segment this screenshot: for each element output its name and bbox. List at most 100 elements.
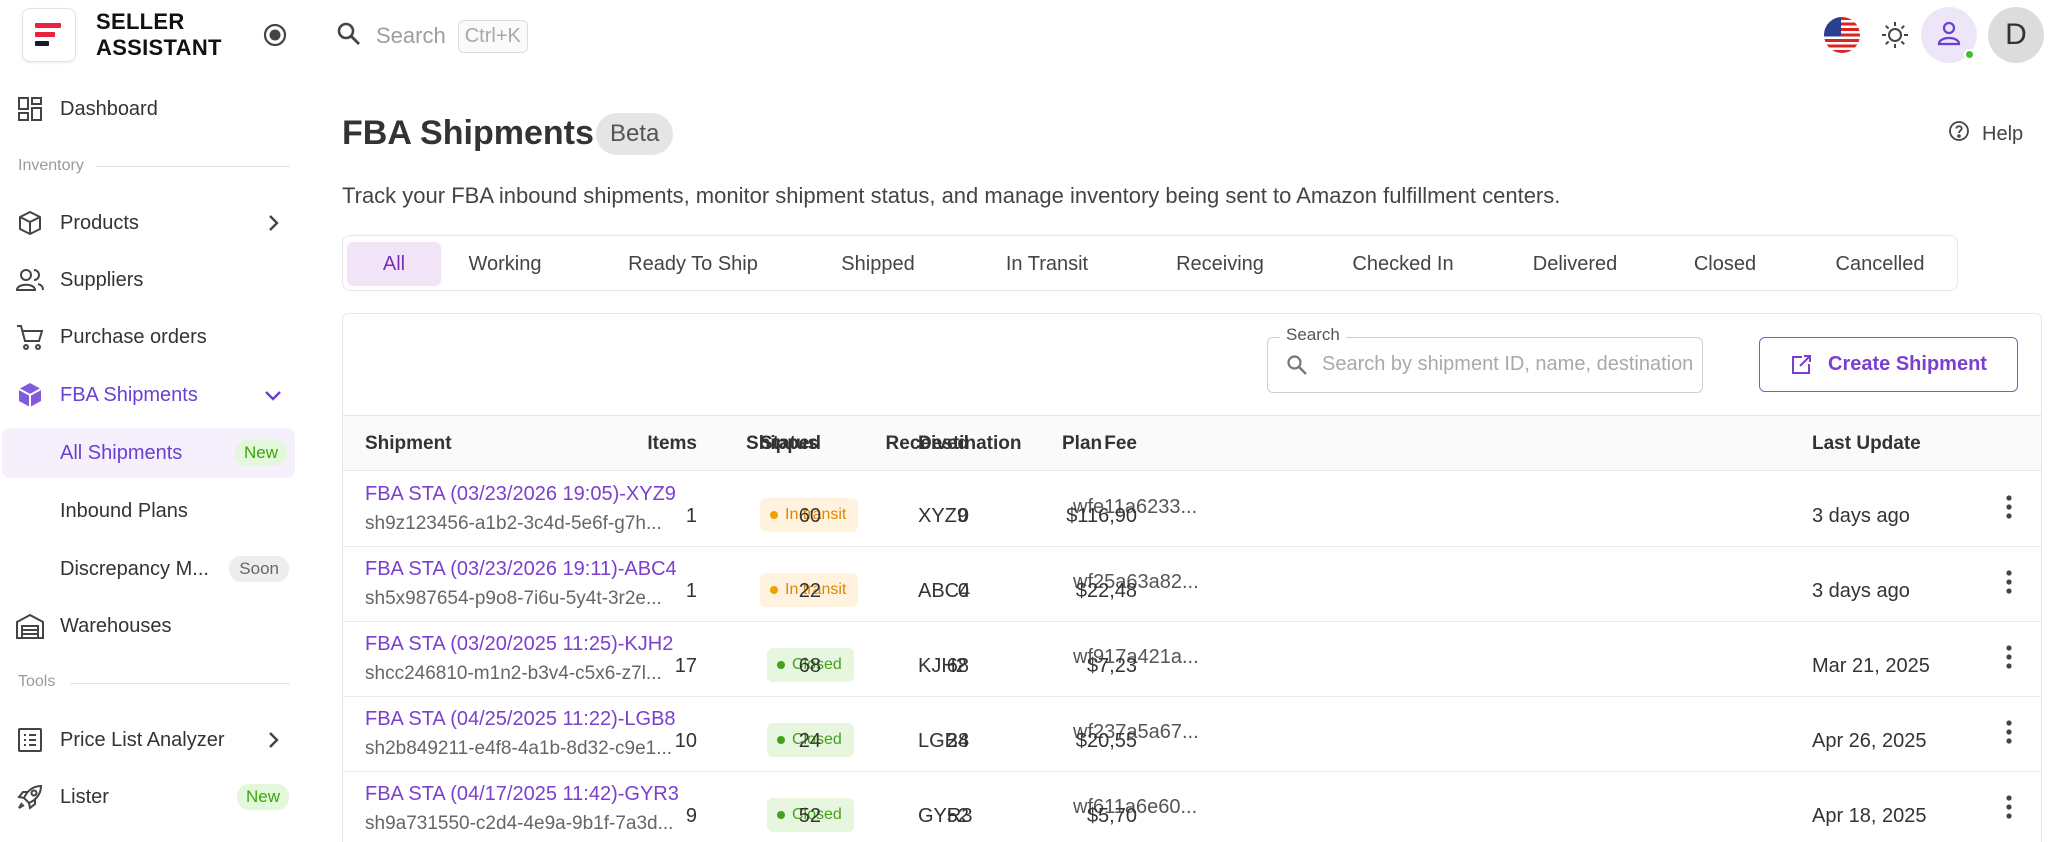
create-shipment-label: Create Shipment — [1828, 353, 1987, 375]
chevron-right-icon — [262, 729, 284, 751]
column-fee[interactable]: Fee — [1104, 433, 1137, 455]
table-row[interactable]: FBA STA (04/25/2025 11:22)-LGB8 sh2b84921… — [343, 697, 2041, 772]
items-count: 17 — [674, 655, 697, 677]
logo-line2: ASSISTANT — [96, 35, 222, 60]
sidebar-label-warehouses: Warehouses — [60, 614, 172, 637]
column-items[interactable]: Items — [647, 433, 697, 455]
sidebar-item-suppliers[interactable]: Suppliers — [0, 256, 295, 304]
tab-ready-to-ship[interactable]: Ready To Ship — [593, 242, 793, 286]
sidebar-label-lister: Lister — [60, 785, 109, 808]
logo-text: SELLER ASSISTANT — [96, 9, 222, 61]
sidebar-label-suppliers: Suppliers — [60, 268, 144, 291]
logo[interactable]: SELLER ASSISTANT — [22, 6, 222, 64]
column-last-update[interactable]: Last Update — [1812, 433, 1921, 455]
sun-icon[interactable] — [1880, 20, 1910, 50]
us-flag-icon[interactable] — [1824, 17, 1860, 53]
sidebar-label-price-list-analyzer: Price List Analyzer — [60, 728, 225, 751]
more-vertical-icon[interactable] — [1999, 642, 2019, 672]
received-count: 24 — [946, 730, 969, 752]
shipment-id: shcc246810-m1n2-b3v4-c5x6-z7l... — [365, 663, 662, 684]
received-count: 0 — [957, 580, 969, 602]
sidebar-item-inbound-plans[interactable]: Inbound Plans — [2, 486, 295, 536]
help-button[interactable]: Help — [1948, 120, 2023, 148]
tab-in-transit[interactable]: In Transit — [969, 242, 1125, 286]
sidebar-item-warehouses[interactable]: Warehouses — [0, 602, 295, 650]
fee-amount: $22,48 — [1075, 580, 1137, 602]
sidebar-item-purchase-orders[interactable]: Purchase orders — [0, 313, 295, 361]
column-shipment[interactable]: Shipment — [365, 433, 452, 455]
shipped-count: 24 — [798, 730, 821, 752]
shipped-count: 68 — [798, 655, 821, 677]
fee-amount: $116,90 — [1066, 505, 1137, 527]
items-count: 1 — [685, 505, 697, 527]
create-shipment-button[interactable]: Create Shipment — [1759, 337, 2018, 392]
last-update: Apr 18, 2025 — [1812, 805, 1927, 827]
column-plan[interactable]: Plan — [1062, 433, 1102, 455]
tab-cancelled[interactable]: Cancelled — [1809, 242, 1951, 286]
keyboard-shortcut: Ctrl+K — [457, 19, 528, 53]
fee-amount: $7,23 — [1086, 655, 1137, 677]
fee-amount: $5,70 — [1086, 805, 1137, 827]
status-tabs: All Working Ready To Ship Shipped In Tra… — [342, 235, 1958, 291]
chevron-down-icon — [262, 384, 284, 406]
items-count: 1 — [685, 580, 697, 602]
shipment-search-input[interactable]: Search Search by shipment ID, name, dest… — [1267, 325, 1703, 393]
shipment-name-link[interactable]: FBA STA (03/23/2026 19:05)-XYZ9 — [365, 483, 676, 506]
help-label: Help — [1982, 122, 2024, 145]
shipment-name-link[interactable]: FBA STA (04/25/2025 11:22)-LGB8 — [365, 708, 676, 731]
tab-receiving[interactable]: Receiving — [1139, 242, 1301, 286]
items-count: 9 — [685, 805, 697, 827]
table-row[interactable]: FBA STA (04/17/2025 11:42)-GYR3 sh9a73155… — [343, 772, 2041, 842]
shipment-id: sh9z123456-a1b2-3c4d-5e6f-g7h... — [365, 513, 662, 534]
warehouse-icon — [14, 610, 46, 642]
more-vertical-icon[interactable] — [1999, 567, 2019, 597]
more-vertical-icon[interactable] — [1999, 717, 2019, 747]
sidebar-item-discrepancy[interactable]: Discrepancy M... Soon — [2, 544, 295, 594]
logo-icon — [22, 8, 76, 62]
sidebar-label-products: Products — [60, 211, 139, 234]
sidebar-item-lister[interactable]: Lister New — [0, 773, 295, 821]
page-description: Track your FBA inbound shipments, monito… — [342, 183, 1561, 208]
shipment-name-link[interactable]: FBA STA (03/23/2026 19:11)-ABC4 — [365, 558, 677, 581]
more-vertical-icon[interactable] — [1999, 492, 2019, 522]
tab-delivered[interactable]: Delivered — [1503, 242, 1647, 286]
status-dot — [777, 811, 785, 819]
box-icon — [14, 207, 46, 239]
shipped-count: 52 — [798, 805, 821, 827]
global-search[interactable]: Search Ctrl+K — [336, 16, 528, 56]
dashboard-icon — [14, 93, 46, 125]
table-row[interactable]: FBA STA (03/20/2025 11:25)-KJH2 shcc24681… — [343, 622, 2041, 697]
table-row[interactable]: FBA STA (03/23/2026 19:05)-XYZ9 sh9z12345… — [343, 472, 2041, 547]
status-dot — [770, 586, 778, 594]
sidebar-item-fba-shipments[interactable]: FBA Shipments — [0, 371, 295, 419]
column-received[interactable]: Received — [886, 433, 969, 455]
last-update: 3 days ago — [1812, 580, 1910, 602]
items-count: 10 — [674, 730, 697, 752]
avatar[interactable]: D — [1988, 7, 2044, 63]
logo-line1: SELLER — [96, 9, 185, 34]
table-header: Shipment Status Destination Plan Items S… — [343, 415, 2041, 471]
beta-badge: Beta — [596, 113, 674, 155]
sidebar-item-all-shipments[interactable]: All Shipments New — [2, 428, 295, 478]
shipped-count: 22 — [798, 580, 821, 602]
tab-all[interactable]: All — [347, 242, 441, 286]
shipment-name-link[interactable]: FBA STA (03/20/2025 11:25)-KJH2 — [365, 633, 673, 656]
more-vertical-icon[interactable] — [1999, 792, 2019, 822]
radio-dot-icon[interactable] — [262, 22, 288, 48]
tab-checked-in[interactable]: Checked In — [1319, 242, 1487, 286]
soon-badge: Soon — [229, 556, 289, 582]
new-badge: New — [234, 440, 287, 466]
sidebar-label-discrepancy: Discrepancy M... — [60, 557, 209, 580]
help-circle-icon — [1948, 120, 1970, 148]
tab-closed[interactable]: Closed — [1665, 242, 1785, 286]
sidebar-item-dashboard[interactable]: Dashboard — [0, 85, 295, 133]
table-row[interactable]: FBA STA (03/23/2026 19:11)-ABC4 sh5x98765… — [343, 547, 2041, 622]
tab-working[interactable]: Working — [443, 242, 567, 286]
tab-shipped[interactable]: Shipped — [811, 242, 945, 286]
column-shipped[interactable]: Shipped — [746, 433, 821, 455]
sidebar-item-price-list-analyzer[interactable]: Price List Analyzer — [0, 716, 295, 764]
shipment-name-link[interactable]: FBA STA (04/17/2025 11:42)-GYR3 — [365, 783, 679, 806]
global-search-placeholder: Search — [376, 23, 446, 48]
sidebar-item-products[interactable]: Products — [0, 199, 295, 247]
section-inventory: Inventory — [18, 157, 84, 174]
